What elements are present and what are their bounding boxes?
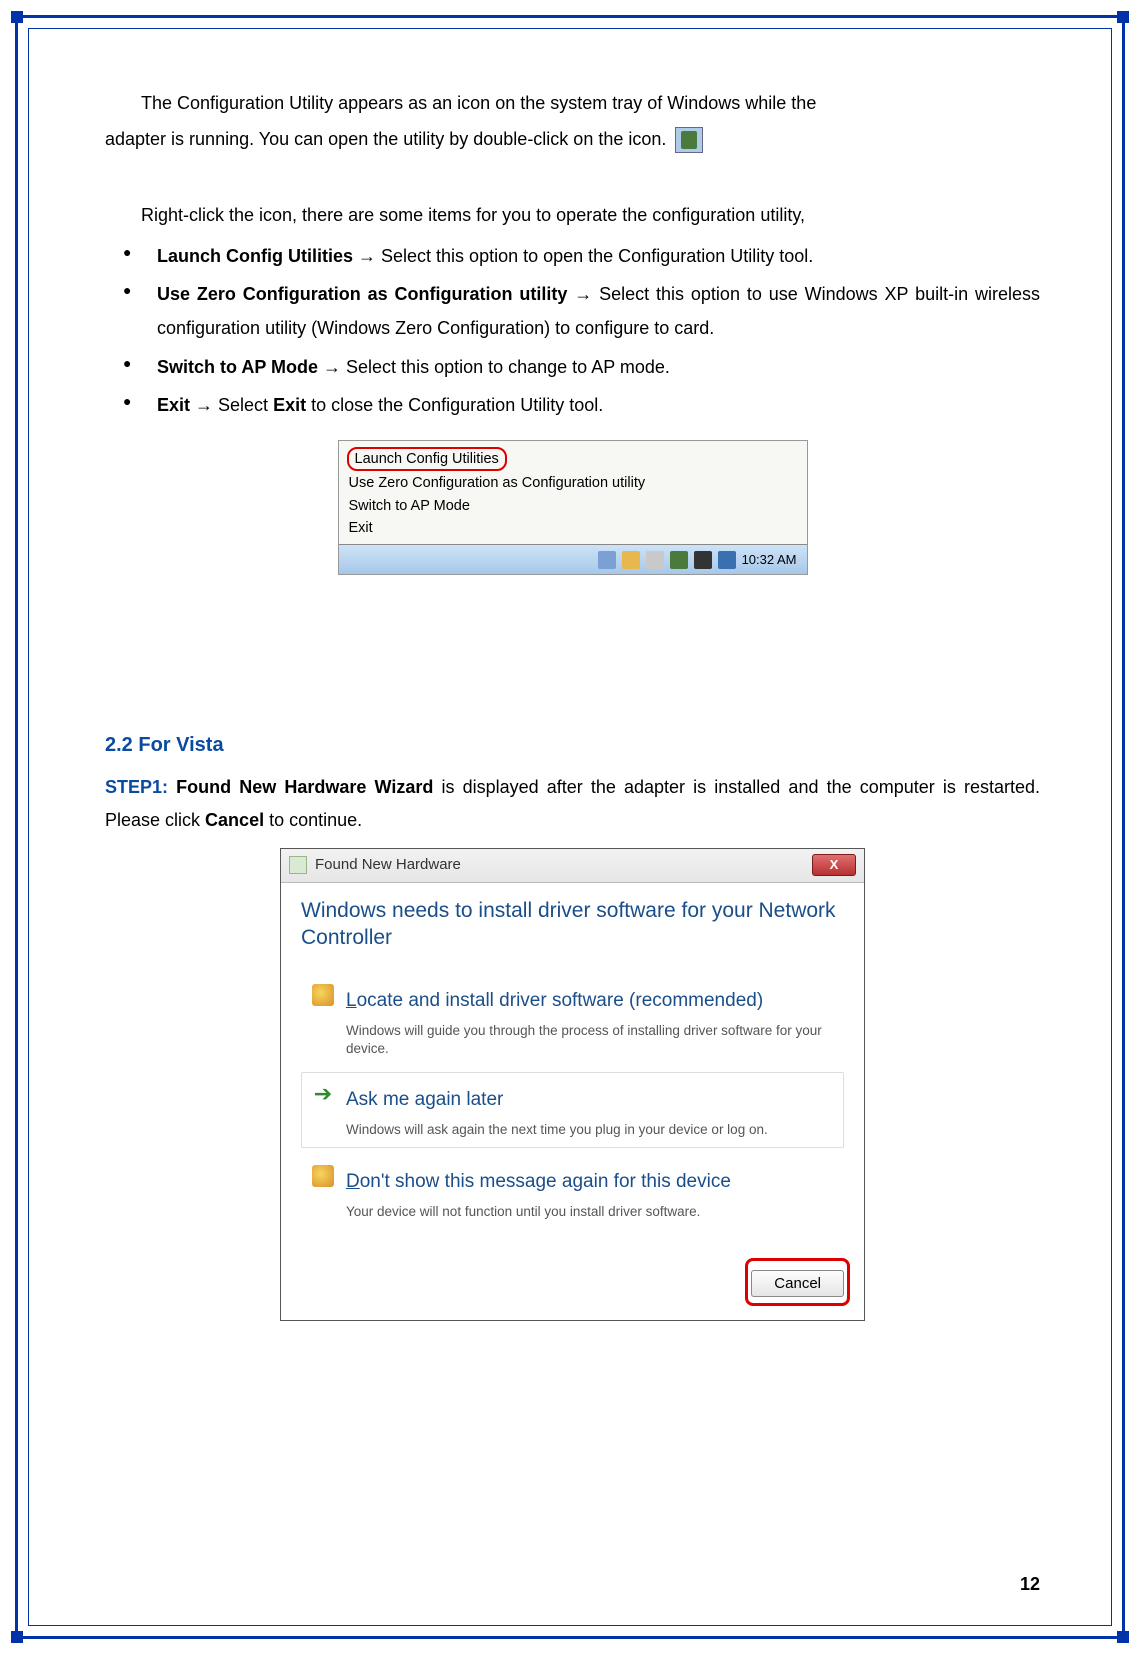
context-menu: Launch Config Utilities Use Zero Configu… — [339, 441, 807, 544]
dialog-title: Found New Hardware — [315, 850, 461, 880]
step-label: STEP1: — [105, 777, 168, 797]
option-title: Ask me again later — [346, 1081, 833, 1119]
section-2-2: 2.2 For Vista STEP1: Found New Hardware … — [105, 725, 1040, 1320]
dialog-titlebar: Found New Hardware X — [281, 849, 864, 883]
list-item: Switch to AP Mode Select this option to c… — [105, 350, 1040, 384]
intro-line1: The Configuration Utility appears as an … — [141, 93, 816, 113]
section-heading: 2.2 For Vista — [105, 725, 1040, 765]
step-end: to continue. — [264, 810, 362, 830]
option-name: Exit — [157, 395, 190, 415]
shield-icon — [312, 984, 334, 1006]
tray-icon[interactable] — [598, 551, 616, 569]
step1-paragraph: STEP1: Found New Hardware Wizard is disp… — [105, 771, 1040, 838]
option-desc: Select this option to open the Configura… — [381, 246, 813, 266]
option-desc: Windows will guide you through the proce… — [346, 1022, 833, 1057]
tray-utility-icon — [675, 127, 703, 153]
option-title-rest: ocate and install driver software (recom… — [357, 990, 764, 1011]
option-ask-later[interactable]: ➔ Ask me again later Windows will ask ag… — [301, 1072, 844, 1148]
menu-options-list: Launch Config Utilities Select this optio… — [105, 239, 1040, 422]
option-desc: Your device will not function until you … — [346, 1203, 833, 1221]
option-title-rest: on't show this message again for this de… — [360, 1171, 731, 1192]
list-item: Use Zero Configuration as Configuration … — [105, 277, 1040, 345]
option-desc: Select this option to change to AP mode. — [346, 357, 670, 377]
option-locate-install[interactable]: Locate and install driver software (reco… — [301, 973, 844, 1066]
corner-decor — [11, 1631, 23, 1643]
intro-line2-row: adapter is running. You can open the uti… — [105, 121, 1040, 157]
menu-item[interactable]: Use Zero Configuration as Configuration … — [347, 473, 801, 495]
step-cancel-bold: Cancel — [205, 810, 264, 830]
page-content: The Configuration Utility appears as an … — [105, 85, 1040, 1594]
list-item: Launch Config Utilities Select this optio… — [105, 239, 1040, 273]
option-title: Don't show this message again for this d… — [346, 1163, 833, 1201]
arrow-right-icon: ➔ — [312, 1083, 334, 1105]
tray-icon[interactable] — [670, 551, 688, 569]
dialog-body: Windows needs to install driver software… — [281, 883, 864, 1252]
menu-item[interactable]: Switch to AP Mode — [347, 496, 801, 518]
dialog-headline: Windows needs to install driver software… — [301, 897, 844, 952]
tray-network-icon[interactable] — [718, 551, 736, 569]
hardware-icon — [289, 856, 307, 874]
cancel-button-highlight: Cancel — [745, 1258, 850, 1306]
option-desc-pre: Select — [218, 395, 273, 415]
intro-paragraph: The Configuration Utility appears as an … — [105, 85, 1040, 121]
arrow-icon — [190, 395, 218, 415]
cancel-button[interactable]: Cancel — [751, 1270, 844, 1297]
dialog-button-row: Cancel — [281, 1252, 864, 1320]
corner-decor — [1117, 1631, 1129, 1643]
tray-icon[interactable] — [622, 551, 640, 569]
corner-decor — [11, 11, 23, 23]
arrow-icon — [353, 246, 381, 266]
context-menu-screenshot: Launch Config Utilities Use Zero Configu… — [338, 440, 808, 575]
tray-clock: 10:32 AM — [742, 551, 797, 569]
tray-volume-icon[interactable] — [694, 551, 712, 569]
rightclick-intro: Right-click the icon, there are some ite… — [105, 197, 1040, 233]
page-number: 12 — [1020, 1566, 1040, 1602]
option-name: Launch Config Utilities — [157, 246, 353, 266]
tray-icon[interactable] — [646, 551, 664, 569]
arrow-icon — [318, 357, 346, 377]
option-title-rest: Ask me again later — [346, 1089, 503, 1110]
arrow-icon — [567, 284, 599, 304]
option-title: Locate and install driver software (reco… — [346, 982, 833, 1020]
option-name: Switch to AP Mode — [157, 357, 318, 377]
intro-line2: adapter is running. You can open the uti… — [105, 129, 666, 149]
option-desc-post: to close the Configuration Utility tool. — [306, 395, 603, 415]
option-desc: Windows will ask again the next time you… — [346, 1121, 833, 1139]
shield-icon — [312, 1165, 334, 1187]
corner-decor — [1117, 11, 1129, 23]
option-desc-bold: Exit — [273, 395, 306, 415]
option-name: Use Zero Configuration as Configuration … — [157, 284, 567, 304]
option-accel: L — [346, 990, 357, 1011]
close-button[interactable]: X — [812, 854, 856, 876]
system-tray: 10:32 AM — [339, 544, 807, 574]
option-dont-show[interactable]: Don't show this message again for this d… — [301, 1154, 844, 1230]
close-icon: X — [830, 852, 839, 878]
option-accel: D — [346, 1171, 360, 1192]
step-bold: Found New Hardware Wizard — [176, 777, 433, 797]
menu-item[interactable]: Exit — [347, 518, 801, 540]
menu-item-highlighted[interactable]: Launch Config Utilities — [347, 447, 507, 471]
found-new-hardware-dialog: Found New Hardware X Windows needs to in… — [280, 848, 865, 1321]
list-item: ExitSelect Exit to close the Configurati… — [105, 388, 1040, 422]
